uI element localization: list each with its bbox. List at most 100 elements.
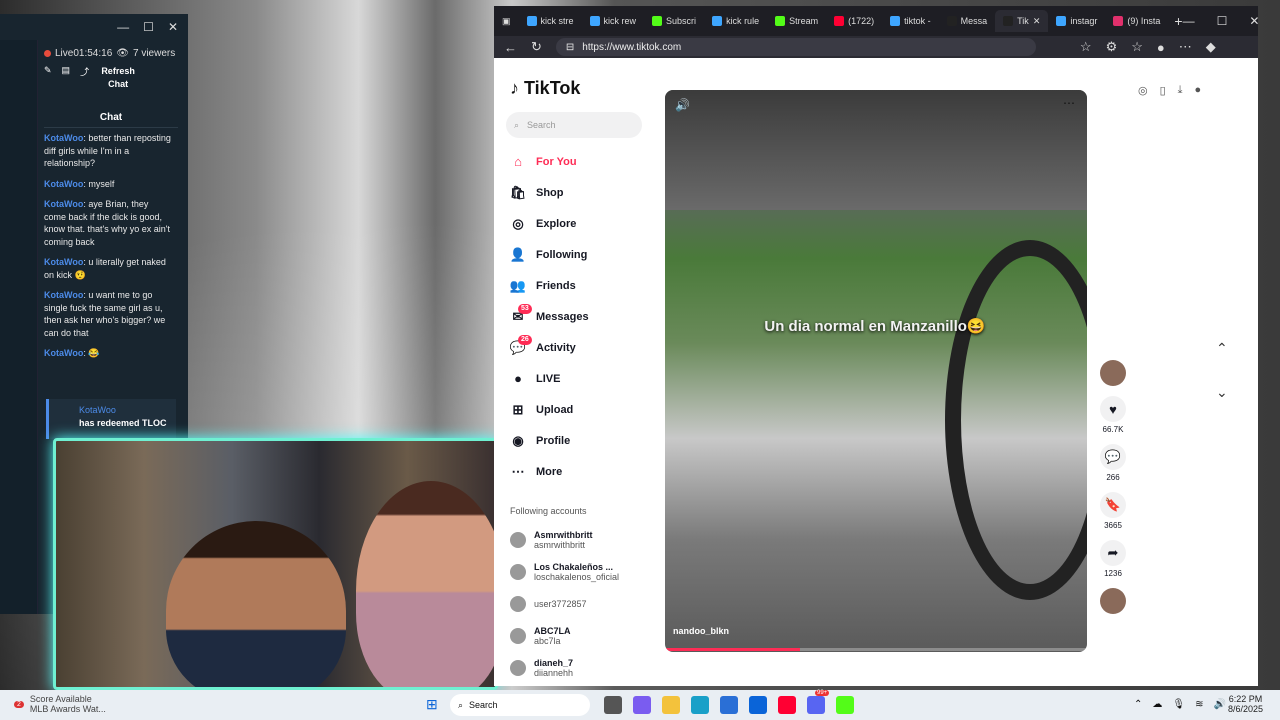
browser-tab[interactable]: tiktok - bbox=[882, 10, 939, 32]
nav-item-more[interactable]: ⋯ More bbox=[510, 456, 650, 487]
file-explorer-icon[interactable] bbox=[662, 696, 680, 714]
pencil-icon[interactable]: ✎ bbox=[44, 65, 52, 76]
chat-message: KotaWoo: 😂 bbox=[44, 347, 172, 360]
device-icon[interactable]: ▯ bbox=[1160, 84, 1166, 97]
search-input[interactable]: ⌕ Search bbox=[506, 112, 642, 138]
nav-item-explore[interactable]: ◎ Explore bbox=[510, 208, 650, 239]
chat-username[interactable]: KotaWoo bbox=[44, 179, 83, 189]
nav-item-messages[interactable]: ✉ 53 Messages bbox=[510, 301, 650, 332]
site-info-icon[interactable]: ⊟ bbox=[566, 42, 574, 53]
sound-avatar[interactable] bbox=[1098, 588, 1128, 614]
nav-item-shop[interactable]: 🛍 Shop bbox=[510, 177, 650, 208]
chat-username[interactable]: KotaWoo bbox=[44, 133, 83, 143]
avatar[interactable]: ● bbox=[1157, 40, 1165, 55]
browser-tab[interactable]: Stream bbox=[767, 10, 826, 32]
scroll-up-icon[interactable]: ⌃ bbox=[1216, 340, 1228, 357]
close-icon[interactable]: ✕ bbox=[168, 20, 178, 34]
clipboard-icon[interactable]: ▤ bbox=[62, 65, 71, 76]
chat-sidebar bbox=[0, 40, 38, 614]
menu-icon[interactable]: ⋯ bbox=[1179, 39, 1192, 55]
like-button[interactable]: ♥ 66.7K bbox=[1098, 396, 1128, 434]
chat-text: : myself bbox=[83, 178, 115, 189]
copilot-icon[interactable]: ◆ bbox=[1206, 39, 1216, 55]
browser-tab[interactable]: kick stre bbox=[519, 10, 582, 32]
favorites-icon[interactable]: ☆ bbox=[1131, 39, 1143, 55]
following-account[interactable]: Asmrwithbritt asmrwithbritt bbox=[510, 524, 650, 556]
nav-item-friends[interactable]: 👥 Friends bbox=[510, 270, 650, 301]
chat-username[interactable]: KotaWoo bbox=[44, 348, 83, 358]
more-options-icon[interactable]: ⋯ bbox=[1063, 96, 1075, 110]
comment-button[interactable]: 💬 266 bbox=[1098, 444, 1128, 482]
browser-tab[interactable]: Subscri bbox=[644, 10, 704, 32]
star-icon[interactable]: ☆ bbox=[1080, 39, 1092, 55]
store-icon[interactable] bbox=[720, 696, 738, 714]
chevron-up-icon[interactable]: ⌃ bbox=[1134, 699, 1142, 710]
wifi-icon[interactable]: ≋ bbox=[1195, 699, 1203, 710]
nav-item-profile[interactable]: ◉ Profile bbox=[510, 425, 650, 456]
following-account[interactable]: user3772857 bbox=[510, 588, 650, 620]
close-icon[interactable]: ✕ bbox=[1249, 14, 1259, 28]
share-icon: ➦ bbox=[1100, 540, 1126, 566]
browser-tab[interactable]: (9) Insta bbox=[1105, 10, 1168, 32]
outlook-icon[interactable] bbox=[749, 696, 767, 714]
coin-icon[interactable]: ◎ bbox=[1138, 84, 1148, 97]
volume-icon[interactable]: 🔊 bbox=[675, 98, 690, 112]
share-button[interactable]: ➦ 1236 bbox=[1098, 540, 1128, 578]
back-icon[interactable]: ← bbox=[504, 40, 517, 55]
maximize-icon[interactable]: ☐ bbox=[143, 20, 154, 34]
maximize-icon[interactable]: ☐ bbox=[1217, 14, 1228, 28]
system-tray: ⌃ ☁ 🎙 ≋ 🔊 bbox=[1134, 699, 1226, 710]
extensions-icon[interactable]: ⚙ bbox=[1106, 39, 1118, 55]
volume-icon[interactable]: 🔊 bbox=[1213, 699, 1225, 710]
following-account[interactable]: dianeh_7 diiannehh bbox=[510, 652, 650, 684]
tab-actions-icon[interactable]: ▣ bbox=[502, 16, 511, 27]
task-view-icon[interactable] bbox=[604, 696, 622, 714]
browser-tab[interactable]: (1722) bbox=[826, 10, 882, 32]
windows-start-icon[interactable]: ⊞ bbox=[426, 696, 438, 713]
browser-tab[interactable]: kick rule bbox=[704, 10, 767, 32]
avatar bbox=[1100, 360, 1126, 386]
following-accounts: Following accounts Asmrwithbritt asmrwith… bbox=[510, 506, 650, 684]
browser-tab[interactable]: Tik ✕ bbox=[995, 10, 1049, 32]
download-icon[interactable]: ⤓ bbox=[1178, 84, 1183, 97]
youtube-icon[interactable] bbox=[778, 696, 796, 714]
minimize-icon[interactable]: — bbox=[117, 20, 129, 34]
following-account[interactable]: ABC7LA abc7la bbox=[510, 620, 650, 652]
scroll-down-icon[interactable]: ⌄ bbox=[1216, 384, 1228, 401]
creator-avatar[interactable] bbox=[1098, 360, 1128, 386]
discord-icon[interactable]: 99+ bbox=[807, 690, 830, 714]
chat-username[interactable]: KotaWoo bbox=[44, 290, 83, 300]
video-progress[interactable] bbox=[665, 648, 1087, 651]
video-author[interactable]: nandoo_blkn bbox=[673, 626, 729, 636]
following-account[interactable]: Los Chakaleños ... loschakalenos_oficial bbox=[510, 556, 650, 588]
nav-item-following[interactable]: 👤 Following bbox=[510, 239, 650, 270]
close-tab-icon[interactable]: ✕ bbox=[1033, 16, 1041, 27]
chat-username[interactable]: KotaWoo bbox=[44, 199, 83, 209]
kick-icon[interactable] bbox=[836, 696, 854, 714]
avatar[interactable]: ● bbox=[1195, 84, 1202, 97]
save-button[interactable]: 🔖 3665 bbox=[1098, 492, 1128, 530]
news-widget[interactable]: 2 Score Available MLB Awards Wat... bbox=[14, 694, 106, 714]
nav-item-upload[interactable]: ⊞ Upload bbox=[510, 394, 650, 425]
video-player[interactable]: 🔊 ⋯ Un dia normal en Manzanillo😆 nandoo_… bbox=[665, 90, 1087, 652]
cloud-icon[interactable]: ☁ bbox=[1152, 699, 1162, 710]
live-dot-icon bbox=[44, 50, 51, 57]
nav-item-live[interactable]: ● LIVE bbox=[510, 363, 650, 394]
browser-tab[interactable]: instagr bbox=[1048, 10, 1105, 32]
reload-icon[interactable]: ↻ bbox=[531, 39, 542, 55]
new-tab-icon[interactable]: + bbox=[1174, 13, 1182, 29]
browser-tab[interactable]: kick rew bbox=[582, 10, 645, 32]
mic-icon[interactable]: 🎙 bbox=[1172, 699, 1185, 710]
minimize-icon[interactable]: — bbox=[1183, 14, 1195, 28]
copilot-icon[interactable] bbox=[633, 696, 651, 714]
browser-tab[interactable]: Messa bbox=[939, 10, 996, 32]
clock[interactable]: 6:22 PM 8/6/2025 bbox=[1228, 694, 1263, 714]
edge-icon[interactable] bbox=[691, 696, 709, 714]
refresh-chat-button[interactable]: ⤴ Refresh Chat bbox=[80, 65, 143, 91]
address-bar[interactable]: ⊟ https://www.tiktok.com bbox=[555, 38, 1036, 56]
nav-item-activity[interactable]: 💬 26 Activity bbox=[510, 332, 650, 363]
chat-username[interactable]: KotaWoo bbox=[44, 257, 83, 267]
nav-item-for-you[interactable]: ⌂ For You bbox=[510, 146, 650, 177]
taskbar-search[interactable]: ⌕ Search bbox=[450, 694, 590, 716]
tiktok-logo[interactable]: ♪ TikTok bbox=[510, 78, 580, 99]
